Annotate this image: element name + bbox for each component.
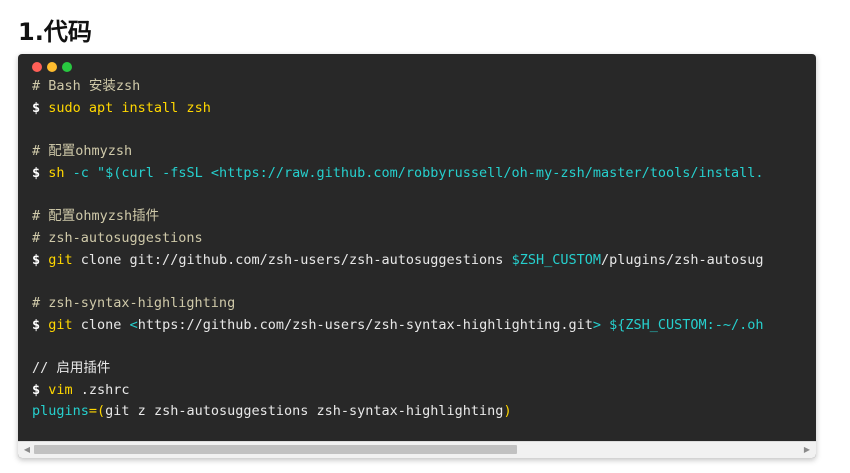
code-line: $ sudo apt install zsh (32, 98, 816, 120)
code-token: -c "$(curl -fsSL <https://raw.github.com… (64, 164, 764, 181)
code-token: ) (503, 403, 512, 420)
code-line: # 配置ohmyzsh (32, 141, 816, 163)
page: 1.代码 # Bash 安装zsh $ sudo apt install zsh … (0, 0, 850, 473)
code-token: $ (32, 251, 49, 268)
code-line: $ git clone git://github.com/zsh-users/z… (32, 250, 816, 272)
code-token: # 配置ohmyzsh插件 (32, 208, 160, 225)
code-token: // 启用插件 (32, 359, 111, 376)
code-token: git z zsh-autosuggestions zsh-syntax-hig… (105, 403, 504, 420)
code-token: $ (32, 164, 49, 181)
code-token: https://github.com/zsh-users/zsh-syntax-… (137, 316, 593, 333)
code-token: # zsh-autosuggestions (32, 229, 203, 246)
code-line: // 启用插件 (32, 358, 816, 380)
code-token: # zsh-syntax-highlighting (32, 294, 236, 311)
code-token: $ (32, 316, 49, 333)
code-line: # zsh-autosuggestions (32, 228, 816, 250)
code-line: # zsh-syntax-highlighting (32, 293, 816, 315)
code-content[interactable]: # Bash 安装zsh $ sudo apt install zsh # 配置o… (32, 76, 816, 423)
code-token: # 配置ohmyzsh (32, 143, 133, 160)
code-line: # 配置ohmyzsh插件 (32, 206, 816, 228)
code-token: clone (72, 316, 130, 333)
code-token: .zshrc (72, 381, 130, 398)
code-token: /plugins/zsh-autosug (600, 251, 764, 268)
code-token: sh (48, 164, 65, 181)
code-token: =( (88, 403, 106, 420)
code-line: $ git clone <https://github.com/zsh-user… (32, 315, 816, 337)
section-heading: 1.代码 (18, 18, 92, 46)
code-line: plugins=(git z zsh-autosuggestions zsh-s… (32, 401, 816, 423)
code-token: # Bash 安装zsh (32, 78, 141, 94)
code-token: vim (48, 381, 73, 398)
code-token: clone git://github.com/zsh-users/zsh-aut… (72, 251, 512, 268)
close-dot (32, 62, 42, 72)
code-block: # Bash 安装zsh $ sudo apt install zsh # 配置o… (18, 54, 816, 458)
scroll-thumb[interactable] (34, 445, 517, 454)
code-token: $ZSH_CUSTOM (511, 251, 601, 268)
horizontal-scrollbar[interactable]: ◀ ▶ (18, 441, 816, 458)
scroll-left-arrow-icon[interactable]: ◀ (20, 442, 34, 458)
code-token: sudo apt install zsh (48, 99, 211, 116)
minimize-dot (47, 62, 57, 72)
code-token: < (129, 316, 138, 333)
scroll-right-arrow-icon[interactable]: ▶ (800, 442, 814, 458)
code-token: git (48, 316, 73, 333)
code-line: $ sh -c "$(curl -fsSL <https://raw.githu… (32, 163, 816, 185)
code-token: > ${ZSH_CUSTOM:-~/.oh (592, 316, 764, 333)
code-line: # Bash 安装zsh (32, 76, 816, 98)
code-token: $ (32, 99, 49, 116)
window-controls (32, 62, 72, 72)
maximize-dot (62, 62, 72, 72)
code-token: plugins (32, 403, 89, 420)
code-line: $ vim .zshrc (32, 380, 816, 402)
code-token: $ (32, 381, 49, 398)
code-token: git (48, 251, 73, 268)
